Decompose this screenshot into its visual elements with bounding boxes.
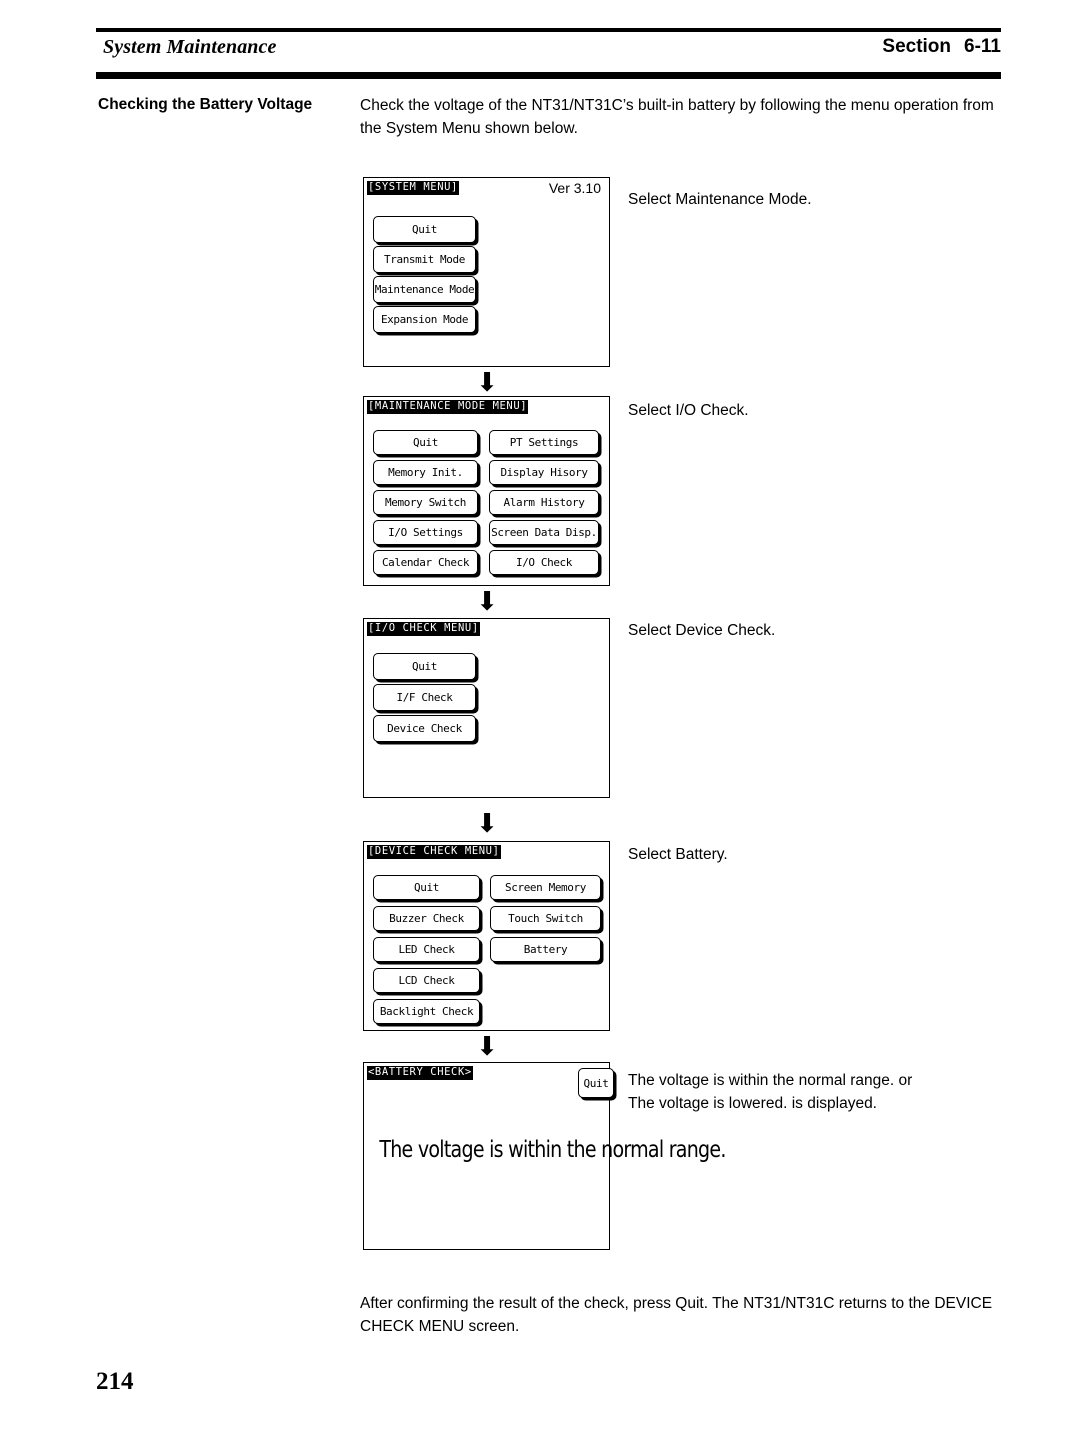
screen-title-device-check-menu: [DEVICE CHECK MENU] [367, 845, 501, 859]
button-screen-data-disp[interactable]: Screen Data Disp. [489, 520, 599, 545]
button-calendar-check[interactable]: Calendar Check [373, 550, 478, 575]
button-lcd-check[interactable]: LCD Check [373, 968, 480, 993]
button-backlight-check[interactable]: Backlight Check [373, 999, 480, 1024]
button-quit[interactable]: Quit [373, 216, 476, 243]
button-buzzer-check[interactable]: Buzzer Check [373, 906, 480, 931]
flow-arrow-1: ⬇ [476, 368, 498, 398]
annotation-select-device-check: Select Device Check. [628, 622, 776, 639]
battery-result-message: The voltage is within the normal range. [379, 1137, 726, 1163]
button-quit[interactable]: Quit [373, 430, 478, 455]
screen-title-system-menu: [SYSTEM MENU] [367, 181, 459, 195]
screen-title-io-check-menu: [I/O CHECK MENU] [367, 622, 480, 636]
section-reference: Section 6-11 [882, 36, 1001, 58]
screen-title-battery-check: <BATTERY CHECK> [367, 1066, 473, 1080]
screen-system-menu: [SYSTEM MENU] Ver 3.10 Quit Transmit Mod… [363, 177, 610, 367]
running-head-title: System Maintenance [103, 36, 277, 58]
button-touch-switch[interactable]: Touch Switch [490, 906, 601, 931]
button-device-check[interactable]: Device Check [373, 715, 476, 742]
button-expansion-mode[interactable]: Expansion Mode [373, 306, 476, 333]
annotation-select-battery: Select Battery. [628, 846, 728, 863]
annotation-select-io-check: Select I/O Check. [628, 402, 749, 419]
section-side-heading: Checking the Battery Voltage [98, 96, 313, 113]
button-transmit-mode[interactable]: Transmit Mode [373, 246, 476, 273]
button-alarm-history[interactable]: Alarm History [489, 490, 599, 515]
button-display-hisory[interactable]: Display Hisory [489, 460, 599, 485]
version-label: Ver 3.10 [548, 180, 601, 196]
screen-maintenance-mode-menu: [MAINTENANCE MODE MENU] Quit Memory Init… [363, 396, 610, 586]
annotation-select-maintenance-mode: Select Maintenance Mode. [628, 191, 812, 208]
button-battery[interactable]: Battery [490, 937, 601, 962]
screen-title-maintenance-mode-menu: [MAINTENANCE MODE MENU] [367, 400, 529, 414]
button-maintenance-mode[interactable]: Maintenance Mode [373, 276, 476, 303]
button-io-check[interactable]: I/O Check [489, 550, 599, 575]
button-memory-switch[interactable]: Memory Switch [373, 490, 478, 515]
button-led-check[interactable]: LED Check [373, 937, 480, 962]
header-rule-top [96, 28, 1001, 32]
flow-arrow-4: ⬇ [476, 1032, 498, 1062]
section-number: 6-11 [964, 36, 1001, 57]
button-io-settings[interactable]: I/O Settings [373, 520, 478, 545]
annotation-battery-result-line1: The voltage is within the normal range. … [628, 1072, 913, 1089]
screen-device-check-menu: [DEVICE CHECK MENU] Quit Buzzer Check LE… [363, 841, 610, 1031]
screen-battery-check: <BATTERY CHECK> The voltage is within th… [363, 1062, 726, 1250]
button-quit[interactable]: Quit [578, 1068, 614, 1098]
button-if-check[interactable]: I/F Check [373, 684, 476, 711]
intro-paragraph: Check the voltage of the NT31/NT31C’s bu… [360, 97, 994, 137]
section-word: Section [882, 36, 952, 57]
button-quit[interactable]: Quit [373, 875, 480, 900]
annotation-battery-result-line2: The voltage is lowered. is displayed. [628, 1095, 877, 1112]
menu-flow-diagram: [SYSTEM MENU] Ver 3.10 Quit Transmit Mod… [0, 0, 1080, 1435]
button-memory-init[interactable]: Memory Init. [373, 460, 478, 485]
page-number: 214 [96, 1368, 134, 1395]
flow-arrow-2: ⬇ [476, 587, 498, 617]
flow-arrow-3: ⬇ [476, 809, 498, 839]
button-pt-settings[interactable]: PT Settings [489, 430, 599, 455]
button-quit[interactable]: Quit [373, 653, 476, 680]
outro-paragraph: After confirming the result of the check… [360, 1295, 993, 1335]
header-rule-bottom [96, 72, 1001, 79]
page-header: System Maintenance Section 6-11 [96, 28, 1001, 80]
button-screen-memory[interactable]: Screen Memory [490, 875, 601, 900]
screen-io-check-menu: [I/O CHECK MENU] Quit I/F Check Device C… [363, 618, 610, 798]
